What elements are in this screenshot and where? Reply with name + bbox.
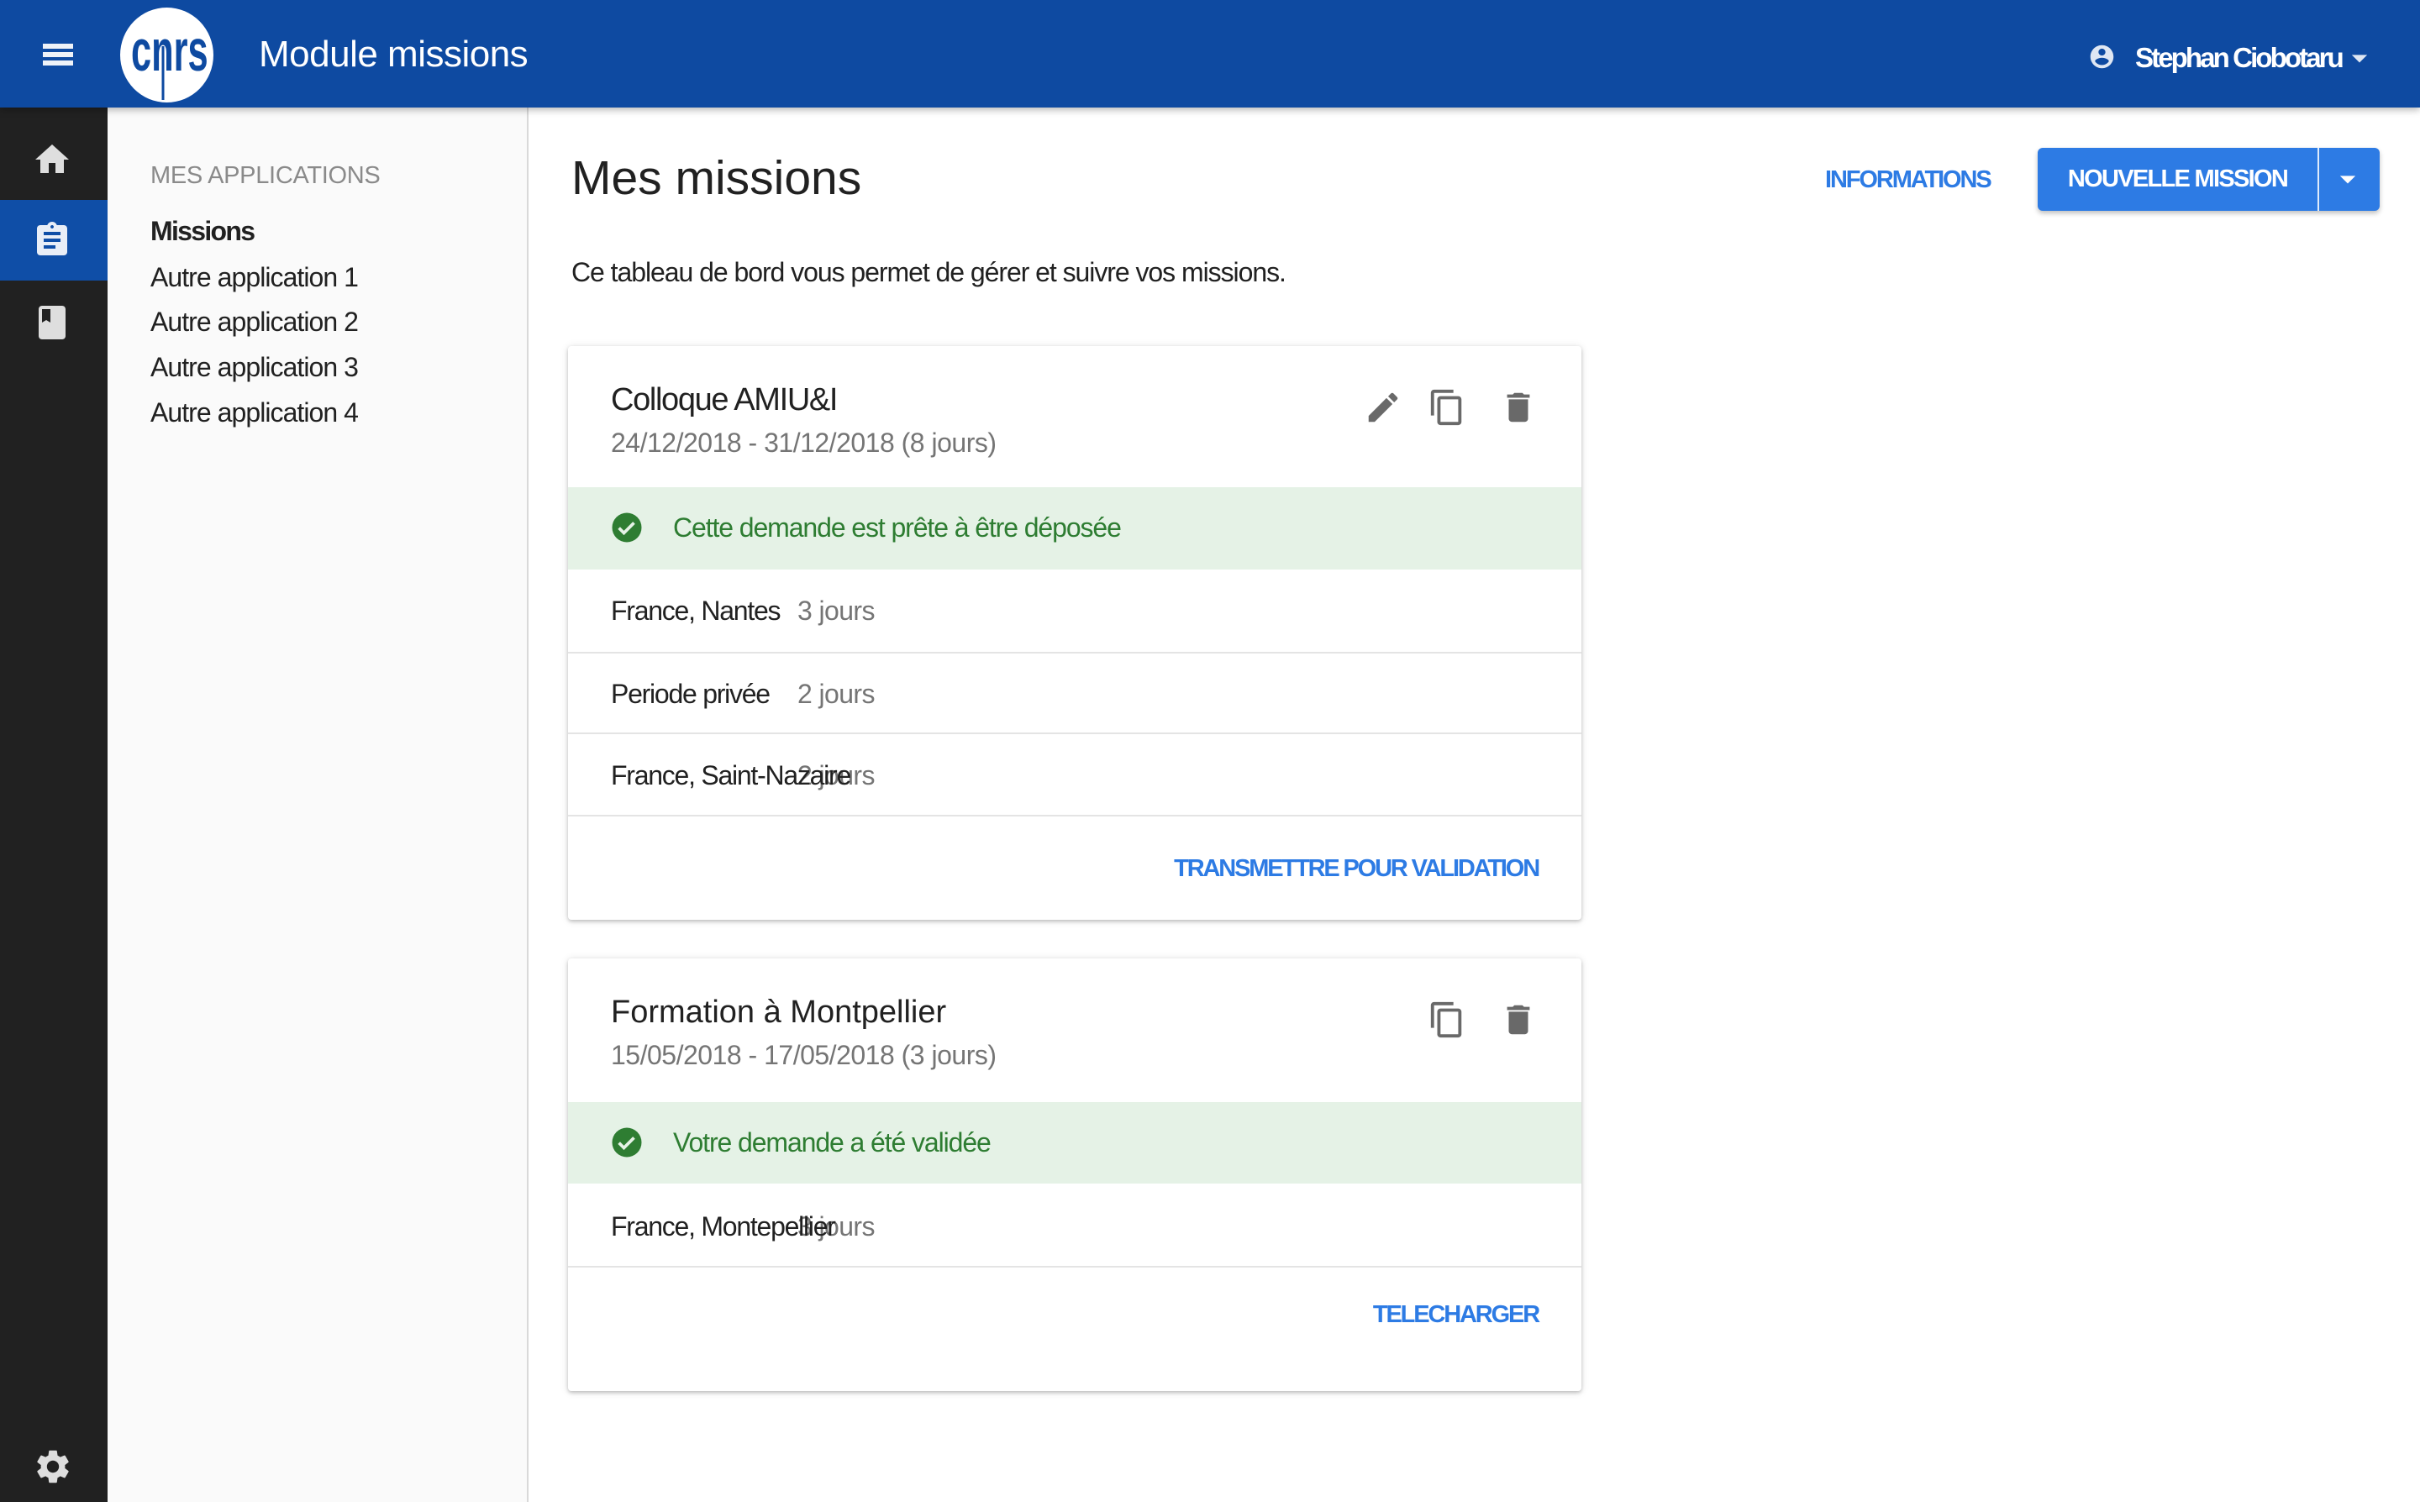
svg-text:cnrs: cnrs (131, 18, 208, 83)
